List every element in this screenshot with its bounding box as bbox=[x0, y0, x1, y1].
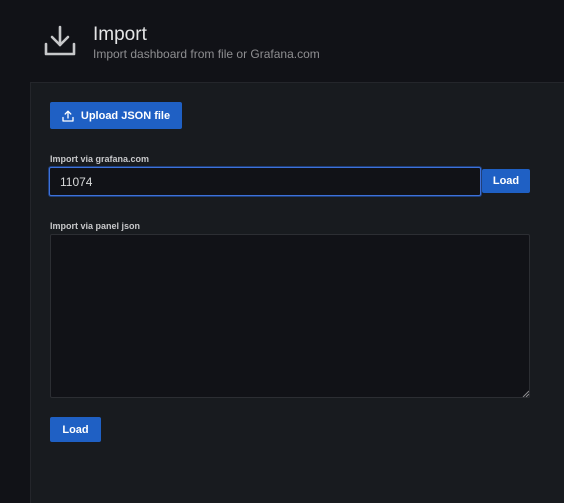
import-panel: Upload JSON file Import via grafana.com … bbox=[30, 82, 564, 503]
panel-json-textarea[interactable] bbox=[50, 234, 530, 398]
panel-json-label: Import via panel json bbox=[50, 221, 141, 231]
grafana-id-input[interactable] bbox=[49, 167, 481, 196]
grafana-import-label: Import via grafana.com bbox=[50, 154, 150, 164]
upload-icon bbox=[62, 110, 74, 122]
load-button[interactable]: Load bbox=[50, 417, 101, 442]
import-page: Import Import dashboard from file or Gra… bbox=[0, 0, 564, 503]
resize-grip-icon[interactable] bbox=[522, 390, 529, 397]
download-icon bbox=[44, 25, 76, 56]
upload-json-label: Upload JSON file bbox=[80, 109, 171, 122]
grafana-load-button[interactable]: Load bbox=[482, 169, 530, 193]
upload-json-button[interactable]: Upload JSON file bbox=[50, 102, 182, 129]
page-header: Import Import dashboard from file or Gra… bbox=[0, 0, 564, 82]
page-subtitle: Import dashboard from file or Grafana.co… bbox=[93, 47, 320, 61]
page-title: Import bbox=[93, 24, 147, 45]
